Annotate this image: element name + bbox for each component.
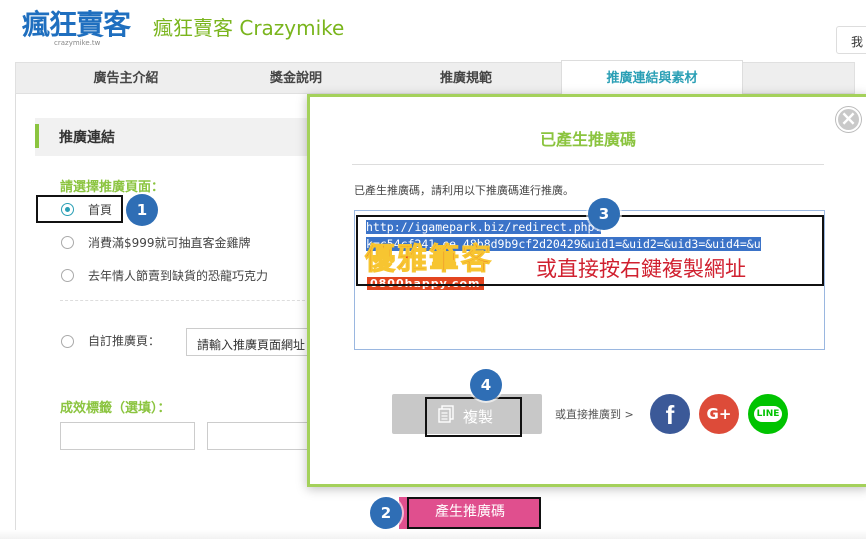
modal-title: 已產生推廣碼 xyxy=(539,130,636,149)
tag-label: 成效標籤（選填）： xyxy=(60,401,171,416)
custom-url-input[interactable]: 請輸入推廣頁面網址 xyxy=(186,328,316,356)
section-title: 推廣連結 xyxy=(59,130,115,146)
step-marker-2: 2 xyxy=(370,497,402,529)
logo-subtext: crazymike.tw xyxy=(54,39,101,47)
line-icon[interactable]: LINE xyxy=(748,394,788,434)
share-label: 或直接推廣到 > xyxy=(555,408,634,421)
tab-bar: 廣告主介紹 獎金說明 推廣規範 推廣連結與素材 xyxy=(15,60,855,96)
page-select-label: 請選擇推廣頁面： xyxy=(60,180,165,195)
line-icon-label: LINE xyxy=(753,406,783,422)
modal-divider xyxy=(352,164,824,165)
highlight-frame-copy xyxy=(425,397,522,437)
step-marker-3: 3 xyxy=(588,198,620,230)
option-promo-1-label: 消費滿$999就可抽直客金雞牌 xyxy=(88,236,251,250)
tag-input-1[interactable] xyxy=(60,422,195,450)
step-marker-4: 4 xyxy=(470,369,502,401)
page-bottom-edge xyxy=(0,530,866,539)
highlight-frame-home xyxy=(36,195,123,223)
radio-custom[interactable] xyxy=(61,335,74,348)
radio-promo-2[interactable] xyxy=(61,269,74,282)
top-right-button[interactable]: 我 xyxy=(836,26,866,54)
custom-page-label: 自訂推廣頁： xyxy=(88,334,161,348)
brand-title: 瘋狂賣客 Crazymike xyxy=(153,16,345,40)
radio-promo-1[interactable] xyxy=(61,236,74,249)
section-accent xyxy=(35,124,39,148)
divider xyxy=(60,300,310,301)
tab-links-materials[interactable]: 推廣連結與素材 xyxy=(561,60,743,96)
section-header: 推廣連結 xyxy=(35,118,335,156)
option-promo-2-label: 去年情人節賣到缺貨的恐龍巧克力 xyxy=(88,269,269,283)
tag-input-2[interactable] xyxy=(207,422,317,450)
logo-text: 瘋狂賣客 xyxy=(22,8,131,41)
tab-bonus[interactable]: 獎金說明 xyxy=(206,63,386,95)
site-logo[interactable]: 瘋狂賣客 crazymike.tw xyxy=(22,8,136,48)
modal-description: 已產生推廣碼，請利用以下推廣碼進行推廣。 xyxy=(354,184,574,197)
step-marker-1: 1 xyxy=(126,194,158,226)
tab-rules[interactable]: 推廣規範 xyxy=(376,63,556,95)
tab-advertiser-intro[interactable]: 廣告主介紹 xyxy=(36,63,216,95)
facebook-icon[interactable]: f xyxy=(650,394,690,434)
highlight-frame-code xyxy=(356,215,824,286)
google-plus-icon[interactable]: G+ xyxy=(699,394,739,434)
highlight-frame-generate xyxy=(407,497,541,529)
